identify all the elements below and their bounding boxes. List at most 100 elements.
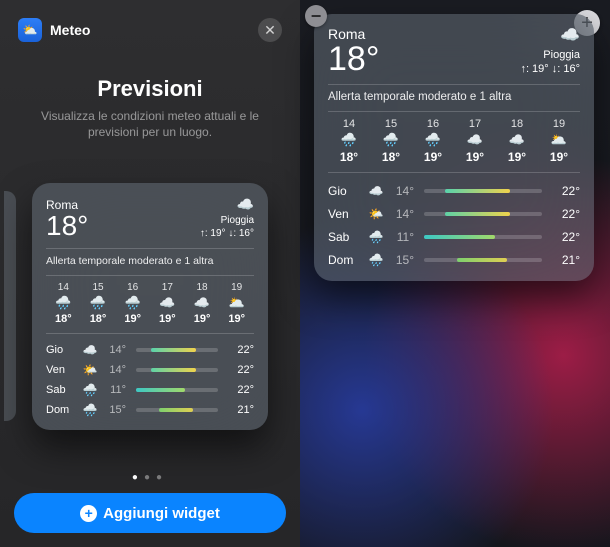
widget-header: Roma 18° ☁️ Pioggia ↑: 19° ↓: 16° <box>328 26 580 76</box>
hour-label: 18 <box>185 282 220 293</box>
day-label: Ven <box>46 364 80 376</box>
hour-icon: 🌥️ <box>538 132 580 148</box>
widget-header-right: ☁️ Pioggia ↑: 19° ↓: 16° <box>200 195 254 240</box>
divider <box>328 172 580 173</box>
gallery-title: Previsioni <box>14 76 286 102</box>
day-icon: 🌧️ <box>366 253 386 267</box>
divider <box>46 333 254 334</box>
hourly-forecast: 14🌧️18° 15🌧️18° 16🌧️19° 17☁️19° 18☁️19° … <box>46 282 254 325</box>
hour-label: 17 <box>454 118 496 130</box>
divider <box>328 84 580 85</box>
minus-icon: − <box>311 7 322 25</box>
day-low: 15° <box>100 404 130 416</box>
hour-temp: 19° <box>538 150 580 164</box>
temp-range-bar <box>424 189 542 193</box>
weather-app-icon: ⛅ <box>18 18 42 42</box>
temp-range-fill <box>159 408 193 412</box>
weather-app-glyph: ⛅ <box>23 23 38 37</box>
hour-label: 17 <box>150 282 185 293</box>
hour-icon: 🌧️ <box>46 295 81 311</box>
day-low: 14° <box>386 184 418 198</box>
temp-range-fill <box>151 348 196 352</box>
add-widget-button[interactable]: + Aggiungi widget <box>14 493 286 533</box>
hour-label: 19 <box>538 118 580 130</box>
hourly-forecast: 14🌧️18° 15🌧️18° 16🌧️19° 17☁️19° 18☁️19° … <box>328 118 580 164</box>
day-icon: 🌧️ <box>80 383 100 397</box>
hour-label: 16 <box>115 282 150 293</box>
temp-range-bar <box>136 388 218 392</box>
hour-temp: 19° <box>185 313 220 325</box>
day-icon: 🌤️ <box>366 207 386 221</box>
weather-widget-placed[interactable]: − Roma 18° ☁️ Pioggia ↑: 19° ↓: 16° Alle… <box>314 14 594 281</box>
hour-label: 19 <box>219 282 254 293</box>
close-button[interactable]: ✕ <box>258 18 282 42</box>
current-temp: 18° <box>328 42 379 76</box>
hour-label: 15 <box>370 118 412 130</box>
hour-label: 15 <box>81 282 116 293</box>
hour-icon: 🌧️ <box>81 295 116 311</box>
hour-icon: ☁️ <box>454 132 496 148</box>
hour-temp: 19° <box>412 150 454 164</box>
condition-label: Pioggia <box>200 214 254 227</box>
dot: ● <box>144 472 156 483</box>
temp-range-bar <box>424 235 542 239</box>
daily-forecast: Gio☁️14°22° Ven🌤️14°22° Sab🌧️11°22° Dom🌧… <box>46 340 254 420</box>
hour-temp: 19° <box>150 313 185 325</box>
daily-forecast: Gio☁️14°22° Ven🌤️14°22° Sab🌧️11°22° Dom🌧… <box>328 179 580 271</box>
hour-temp: 19° <box>454 150 496 164</box>
hour-cell: 15 🌧️ 18° <box>370 118 412 164</box>
home-screen-edit[interactable]: + − Roma 18° ☁️ Pioggia ↑: 19° ↓: 16° Al… <box>300 0 610 547</box>
day-icon: 🌧️ <box>80 403 100 417</box>
hour-icon: 🌧️ <box>370 132 412 148</box>
day-low: 11° <box>100 384 130 396</box>
day-row: Sab🌧️11°22° <box>328 225 580 248</box>
temp-range-fill <box>445 189 510 193</box>
hour-icon: 🌧️ <box>115 295 150 311</box>
hour-icon: ☁️ <box>150 295 185 311</box>
day-low: 14° <box>100 364 130 376</box>
weather-widget-preview[interactable]: Roma 18° ☁️ Pioggia ↑: 19° ↓: 16° Allert… <box>32 183 268 430</box>
hour-cell: 14🌧️18° <box>328 118 370 164</box>
gallery-app: ⛅ Meteo <box>18 18 90 42</box>
day-high: 22° <box>548 230 580 244</box>
widget-header-left: Roma 18° <box>46 198 88 240</box>
day-icon: 🌧️ <box>366 230 386 244</box>
hour-cell: 17 ☁️ 19° <box>150 282 185 325</box>
day-row: Ven🌤️14°22° <box>328 202 580 225</box>
day-high: 22° <box>224 344 254 356</box>
hour-cell: 14🌧️18° <box>46 282 81 325</box>
hour-icon: ☁️ <box>185 295 220 311</box>
hour-temp: 18° <box>370 150 412 164</box>
day-row: Gio☁️14°22° <box>328 179 580 202</box>
close-icon: ✕ <box>264 22 276 39</box>
day-high: 22° <box>224 384 254 396</box>
hilo-label: ↑: 19° ↓: 16° <box>520 62 580 76</box>
hour-cell: 19 🌥️ 19° <box>538 118 580 164</box>
day-row: Ven🌤️14°22° <box>46 360 254 380</box>
add-widget-label: Aggiungi widget <box>103 505 220 522</box>
hour-icon: ☁️ <box>496 132 538 148</box>
weather-alert: Allerta temporale moderato e 1 altra <box>46 255 254 267</box>
day-label: Sab <box>328 230 366 244</box>
temp-range-bar <box>424 212 542 216</box>
condition-icon: ☁️ <box>200 195 254 213</box>
dot-active: ● <box>132 472 144 483</box>
day-high: 22° <box>548 184 580 198</box>
dot: ● <box>156 472 168 483</box>
widget-header: Roma 18° ☁️ Pioggia ↑: 19° ↓: 16° <box>46 195 254 240</box>
day-low: 14° <box>100 344 130 356</box>
hour-temp: 18° <box>81 313 116 325</box>
condition-icon: ☁️ <box>520 26 580 47</box>
day-high: 22° <box>548 207 580 221</box>
hour-temp: 19° <box>496 150 538 164</box>
remove-widget-button[interactable]: − <box>305 5 327 27</box>
prev-widget-peek[interactable] <box>4 191 16 421</box>
temp-range-bar <box>136 408 218 412</box>
day-low: 15° <box>386 253 418 267</box>
gallery-app-name: Meteo <box>50 22 90 38</box>
page-dots[interactable]: ●●● <box>14 472 286 483</box>
day-high: 21° <box>548 253 580 267</box>
day-icon: 🌤️ <box>80 363 100 377</box>
widget-preview-area[interactable]: Roma 18° ☁️ Pioggia ↑: 19° ↓: 16° Allert… <box>14 146 286 466</box>
hour-temp: 18° <box>46 313 81 325</box>
